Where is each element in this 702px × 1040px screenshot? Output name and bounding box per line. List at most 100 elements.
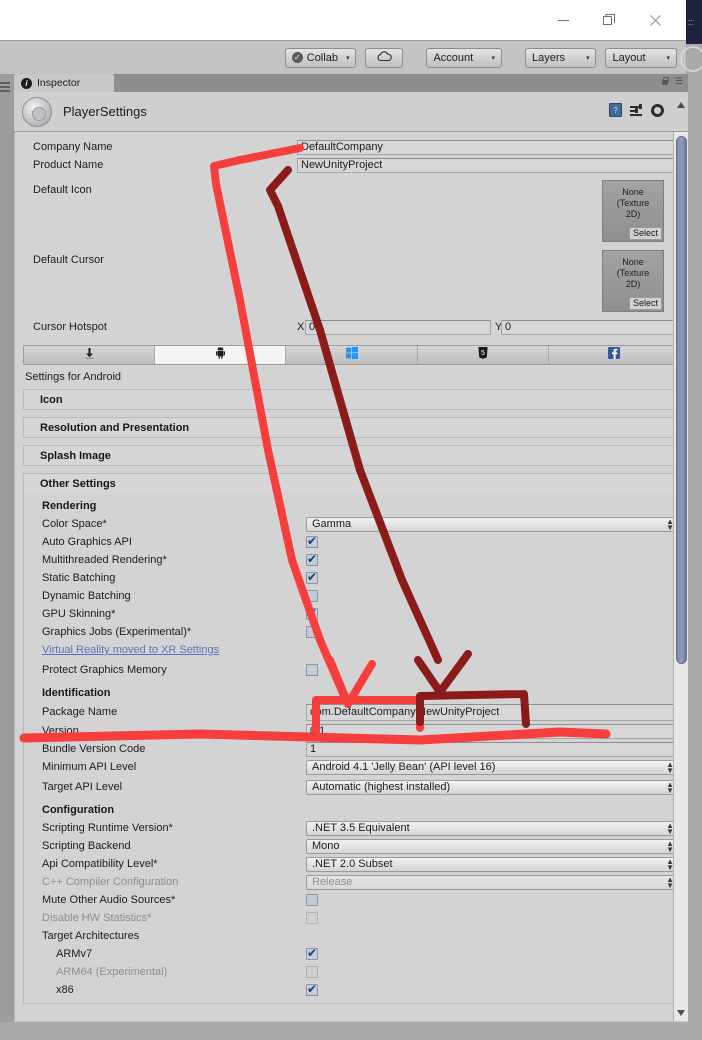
cpp-compiler-configuration-value: Release — [312, 876, 352, 889]
api-compatibility-level-label: Api Compatibility Level* — [42, 858, 306, 870]
preset-icon[interactable] — [630, 104, 643, 117]
target-api-level-dropdown[interactable]: Automatic (highest installed) ▲▼ — [306, 780, 679, 795]
disable-hw-statistics-label: Disable HW Statistics* — [42, 912, 306, 924]
cursor-hotspot-y-input[interactable]: 0 — [501, 320, 681, 335]
dynamic-batching-checkbox[interactable] — [306, 590, 318, 602]
foldout-other-settings[interactable]: Other Settings — [23, 473, 680, 494]
row-bundle-version-code: Bundle Version Code 1 — [24, 740, 679, 758]
foldout-splash-label: Splash Image — [40, 450, 111, 462]
cursor-hotspot-x-input[interactable]: 0 — [305, 320, 491, 335]
inspector-body: Company Name DefaultCompany Product Name… — [14, 132, 688, 1021]
windows-tab[interactable] — [286, 346, 417, 364]
default-icon-object-field[interactable]: None (Texture 2D) Select — [602, 180, 664, 242]
collab-button[interactable]: ✓ Collab ▾ — [285, 48, 357, 68]
foldout-splash-image[interactable]: Splash Image — [23, 445, 680, 466]
foldout-resolution-presentation[interactable]: Resolution and Presentation — [23, 417, 680, 438]
mute-other-audio-sources-checkbox[interactable] — [306, 894, 318, 906]
layers-button[interactable]: Layers ▾ — [525, 48, 597, 68]
other-settings-content: Rendering Color Space* Gamma ▲▼ Auto Gra… — [23, 494, 680, 1004]
multithreaded-rendering-checkbox[interactable] — [306, 554, 318, 566]
scroll-up-arrow[interactable] — [677, 102, 685, 108]
scripting-runtime-version-value: .NET 3.5 Equivalent — [312, 822, 410, 835]
layout-button[interactable]: Layout ▾ — [605, 48, 677, 68]
row-disable-hw-statistics: Disable HW Statistics* — [24, 909, 679, 927]
maximize-icon[interactable] — [586, 0, 632, 40]
package-name-input[interactable]: com.DefaultCompany.NewUnityProject — [306, 704, 679, 721]
foldout-icon-label: Icon — [40, 394, 63, 406]
color-space-label: Color Space* — [42, 518, 306, 530]
scripting-backend-dropdown[interactable]: Mono ▲▼ — [306, 839, 679, 854]
inspector-scrollbar[interactable] — [673, 132, 688, 1021]
version-label: Version — [42, 725, 306, 737]
bottom-status-bar — [0, 1022, 702, 1040]
android-tab[interactable] — [155, 346, 286, 364]
cpp-compiler-configuration-label: C++ Compiler Configuration — [42, 876, 306, 888]
graphics-jobs-checkbox[interactable] — [306, 626, 318, 638]
api-compatibility-level-dropdown[interactable]: .NET 2.0 Subset ▲▼ — [306, 857, 679, 872]
scroll-down-arrow[interactable] — [677, 1010, 685, 1016]
row-target-api-level: Target API Level Automatic (highest inst… — [24, 776, 679, 798]
target-architectures-label: Target Architectures — [42, 930, 306, 942]
xr-settings-link[interactable]: Virtual Reality moved to XR Settings — [42, 644, 219, 656]
color-space-value: Gamma — [312, 518, 351, 531]
background-app-dots: :: — [686, 0, 702, 44]
company-name-label: Company Name — [33, 141, 297, 153]
bundle-version-code-input[interactable]: 1 — [306, 742, 679, 757]
foldout-icon[interactable]: Icon — [23, 389, 680, 410]
x86-checkbox[interactable] — [306, 984, 318, 996]
row-gpu-skinning: GPU Skinning* — [24, 605, 679, 623]
layout-label: Layout — [612, 52, 658, 64]
android-icon — [216, 346, 225, 364]
default-cursor-value-line1: None — [603, 257, 663, 268]
lock-icon[interactable] — [661, 77, 669, 86]
minimum-api-level-dropdown[interactable]: Android 4.1 'Jelly Bean' (API level 16) … — [306, 760, 679, 775]
row-minimum-api-level: Minimum API Level Android 4.1 'Jelly Bea… — [24, 758, 679, 776]
account-button[interactable]: Account ▾ — [426, 48, 502, 68]
background-app-strip: :: — [686, 0, 702, 44]
armv7-label: ARMv7 — [42, 948, 306, 960]
foldout-other-settings-label: Other Settings — [40, 478, 116, 490]
color-space-dropdown[interactable]: Gamma ▲▼ — [306, 517, 679, 532]
gear-small-icon[interactable] — [651, 104, 664, 117]
static-batching-checkbox[interactable] — [306, 572, 318, 584]
window-controls — [540, 0, 678, 40]
tab-inspector[interactable]: i Inspector — [14, 74, 114, 92]
minimum-api-level-value: Android 4.1 'Jelly Bean' (API level 16) — [312, 761, 495, 774]
default-icon-value-line1: None — [603, 187, 663, 198]
row-armv7: ARMv7 — [24, 945, 679, 963]
gpu-skinning-checkbox[interactable] — [306, 608, 318, 620]
page-title: PlayerSettings — [63, 104, 147, 119]
bundle-version-code-label: Bundle Version Code — [42, 743, 306, 755]
hamburger-menu-icon[interactable]: ☰ — [675, 76, 682, 87]
scrollbar-thumb[interactable] — [676, 136, 687, 664]
close-icon[interactable] — [632, 0, 678, 40]
armv7-checkbox[interactable] — [306, 948, 318, 960]
cursor-hotspot-y-label: Y — [491, 321, 501, 333]
default-cursor-object-field[interactable]: None (Texture 2D) Select — [602, 250, 664, 312]
configuration-heading: Configuration — [24, 798, 679, 819]
company-name-input[interactable]: DefaultCompany — [297, 140, 675, 155]
product-name-input[interactable]: NewUnityProject — [297, 158, 675, 173]
settings-download-tab[interactable] — [24, 346, 155, 364]
default-icon-select-button[interactable]: Select — [629, 227, 662, 240]
minimize-icon[interactable] — [540, 0, 586, 40]
row-graphics-jobs: Graphics Jobs (Experimental)* — [24, 623, 679, 641]
protect-graphics-memory-checkbox[interactable] — [306, 664, 318, 676]
default-cursor-select-button[interactable]: Select — [629, 297, 662, 310]
version-input[interactable]: 0.1 — [306, 724, 679, 739]
auto-graphics-api-checkbox[interactable] — [306, 536, 318, 548]
facebook-tab[interactable] — [549, 346, 679, 364]
product-name-label: Product Name — [33, 159, 297, 171]
info-icon: i — [21, 78, 32, 89]
chevron-down-icon: ▾ — [491, 54, 495, 62]
settings-for-label: Settings for Android — [15, 365, 688, 389]
arm64-checkbox — [306, 966, 318, 978]
book-icon[interactable]: ? — [609, 103, 622, 117]
identification-heading: Identification — [24, 681, 679, 702]
inspector-tab-actions: ☰ — [661, 76, 682, 87]
webgl-tab[interactable]: 5 — [418, 346, 549, 364]
cloud-button[interactable] — [365, 48, 403, 68]
package-name-label: Package Name — [42, 706, 306, 718]
scripting-runtime-version-dropdown[interactable]: .NET 3.5 Equivalent ▲▼ — [306, 821, 679, 836]
svg-text:5: 5 — [481, 350, 485, 357]
